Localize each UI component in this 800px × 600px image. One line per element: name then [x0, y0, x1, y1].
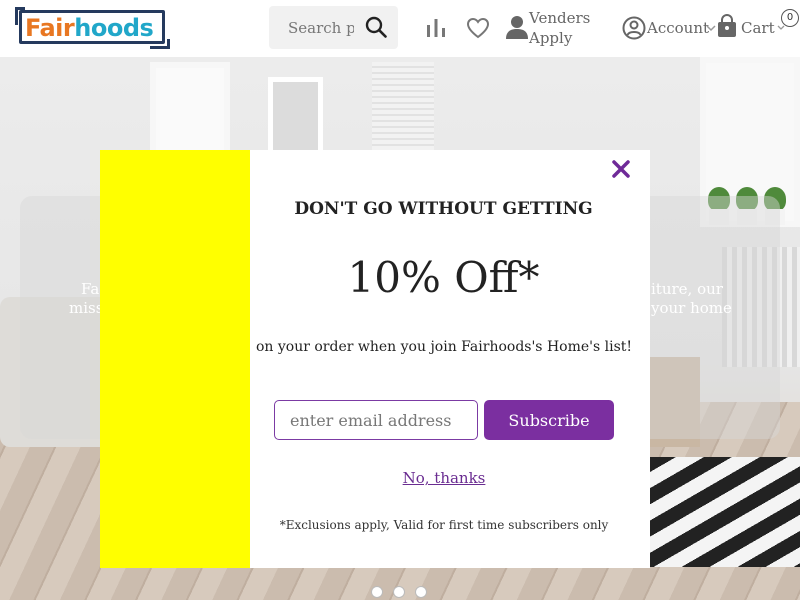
venders-label: Venders — [529, 9, 591, 27]
site-header: Fairhoods Venders Apply Account Cart — [0, 0, 800, 57]
slide-dot[interactable] — [415, 586, 427, 598]
hero-text-left-2: miss — [69, 299, 104, 317]
cart-link[interactable]: Cart — [741, 18, 775, 38]
popup-side-panel — [100, 150, 250, 568]
logo-text-part2: hoods — [74, 14, 154, 42]
slide-dot[interactable] — [393, 586, 405, 598]
logo-text: Fairhoods — [25, 13, 154, 43]
email-field[interactable] — [274, 400, 478, 440]
heart-icon[interactable] — [466, 17, 490, 39]
compare-icon[interactable] — [425, 17, 447, 39]
search-input[interactable] — [288, 17, 354, 39]
account-icon[interactable] — [622, 16, 646, 40]
popup-fineprint: *Exclusions apply, Valid for first time … — [279, 518, 609, 532]
popup-subtext: on your order when you join Fairhoods's … — [255, 339, 633, 355]
logo-text-part1: Fair — [25, 14, 75, 42]
no-thanks-link[interactable]: No, thanks — [250, 469, 638, 487]
hero-text-right-1: iture, our — [651, 280, 723, 298]
search-icon[interactable] — [365, 16, 387, 38]
fairhoods-logo[interactable]: Fairhoods — [15, 7, 170, 49]
person-icon[interactable] — [505, 14, 529, 40]
newsletter-popup: DON'T GO WITHOUT GETTING 10% Off* on you… — [100, 150, 650, 568]
hero-text-right-2: your home — [651, 299, 732, 317]
slide-dot[interactable] — [371, 586, 383, 598]
hero-text-left-1: Fa — [81, 280, 100, 298]
close-icon[interactable] — [609, 157, 633, 181]
cart-count-badge: 0 — [781, 9, 799, 27]
apply-label: Apply — [529, 29, 573, 47]
chevron-down-icon[interactable] — [706, 24, 716, 32]
hero-rug — [648, 457, 800, 567]
popup-offer: 10% Off* — [347, 253, 540, 302]
venders-apply-link[interactable]: Venders Apply — [529, 8, 590, 48]
shopping-bag-icon[interactable] — [716, 14, 738, 38]
subscribe-button[interactable]: Subscribe — [484, 400, 614, 440]
popup-heading: DON'T GO WITHOUT GETTING — [294, 199, 593, 219]
account-link[interactable]: Account — [647, 18, 709, 38]
logo-corner-top — [15, 7, 25, 25]
